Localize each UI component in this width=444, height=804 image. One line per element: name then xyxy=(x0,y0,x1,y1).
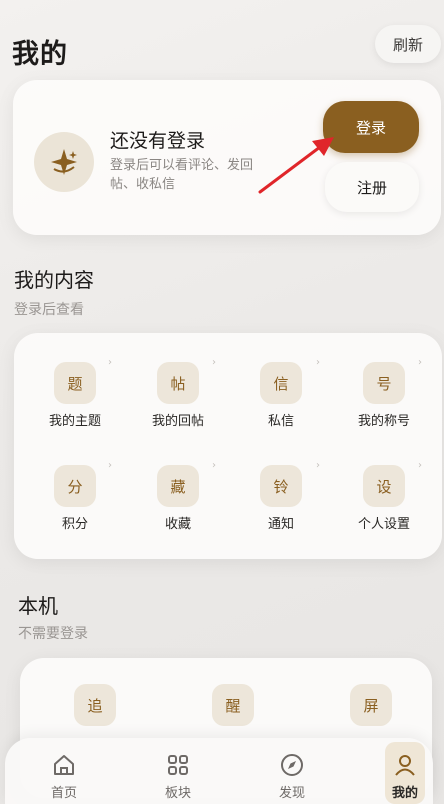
my-content-title: 我的内容 xyxy=(14,268,94,292)
chevron-right-icon: › xyxy=(316,460,320,471)
chevron-right-icon: › xyxy=(108,460,112,471)
grid-item-my-topics[interactable]: 题 我的主题 xyxy=(25,362,125,429)
chevron-right-icon: › xyxy=(108,357,112,368)
page-title: 我的 xyxy=(12,39,68,70)
grid-item-label: 积分 xyxy=(61,517,88,532)
tab-home[interactable]: 首页 xyxy=(29,752,99,801)
grid-item-block[interactable]: 屏 xyxy=(321,684,421,726)
tab-boards[interactable]: 板块 xyxy=(143,752,213,801)
chevron-right-icon: › xyxy=(212,460,216,471)
settings-icon: 设 xyxy=(363,465,405,507)
local-title: 本机 xyxy=(18,594,58,618)
tab-label: 板块 xyxy=(164,786,191,801)
grid-item-follow[interactable]: 追 xyxy=(45,684,145,726)
chevron-right-icon: › xyxy=(212,357,216,368)
reply-icon: 帖 xyxy=(157,362,199,404)
bell-icon: 铃 xyxy=(260,465,302,507)
grid-icon xyxy=(168,755,188,775)
grid-item-reminder[interactable]: 醒 xyxy=(183,684,283,726)
chevron-right-icon: › xyxy=(316,357,320,368)
tab-label: 我的 xyxy=(391,786,418,801)
grid-item-label: 私信 xyxy=(267,414,294,429)
grid-item-label: 我的主题 xyxy=(48,414,101,429)
compass-icon xyxy=(281,754,303,776)
tab-discover[interactable]: 发现 xyxy=(257,752,327,801)
block-icon: 屏 xyxy=(350,684,392,726)
chevron-right-icon: › xyxy=(418,357,422,368)
grid-item-label: 我的回帖 xyxy=(151,414,204,429)
message-icon: 信 xyxy=(260,362,302,404)
avatar xyxy=(34,132,94,192)
annotation-arrow-icon xyxy=(258,137,334,194)
refresh-button[interactable]: 刷新 xyxy=(375,25,441,63)
grid-item-settings[interactable]: 设 个人设置 xyxy=(334,465,434,532)
grid-item-notifications[interactable]: 铃 通知 xyxy=(231,465,331,532)
follow-icon: 追 xyxy=(74,684,116,726)
home-icon xyxy=(54,755,74,775)
person-icon xyxy=(395,755,415,776)
grid-item-label: 通知 xyxy=(267,517,294,532)
guest-title: 还没有登录 xyxy=(110,130,206,152)
tab-label: 发现 xyxy=(278,786,305,801)
local-subtitle: 不需要登录 xyxy=(18,626,88,642)
chevron-right-icon: › xyxy=(418,460,422,471)
grid-item-favorites[interactable]: 藏 收藏 xyxy=(128,465,228,532)
grid-item-label: 个人设置 xyxy=(357,517,410,532)
points-icon: 分 xyxy=(54,465,96,507)
reminder-icon: 醒 xyxy=(212,684,254,726)
grid-item-my-replies[interactable]: 帖 我的回帖 xyxy=(128,362,228,429)
favorite-icon: 藏 xyxy=(157,465,199,507)
badge-icon: 号 xyxy=(363,362,405,404)
sparkle-avatar-icon xyxy=(51,149,77,175)
grid-item-label: 收藏 xyxy=(164,517,191,532)
grid-item-points[interactable]: 分 积分 xyxy=(25,465,125,532)
my-content-subtitle: 登录后查看 xyxy=(14,302,84,318)
grid-item-label: 我的称号 xyxy=(357,414,410,429)
topic-icon: 题 xyxy=(54,362,96,404)
guest-description: 登录后可以看评论、发回帖、收私信 xyxy=(110,158,254,192)
tab-label: 首页 xyxy=(50,786,77,801)
grid-item-my-title[interactable]: 号 我的称号 xyxy=(334,362,434,429)
grid-item-messages[interactable]: 信 私信 xyxy=(231,362,331,429)
tab-mine[interactable]: 我的 xyxy=(370,752,440,801)
